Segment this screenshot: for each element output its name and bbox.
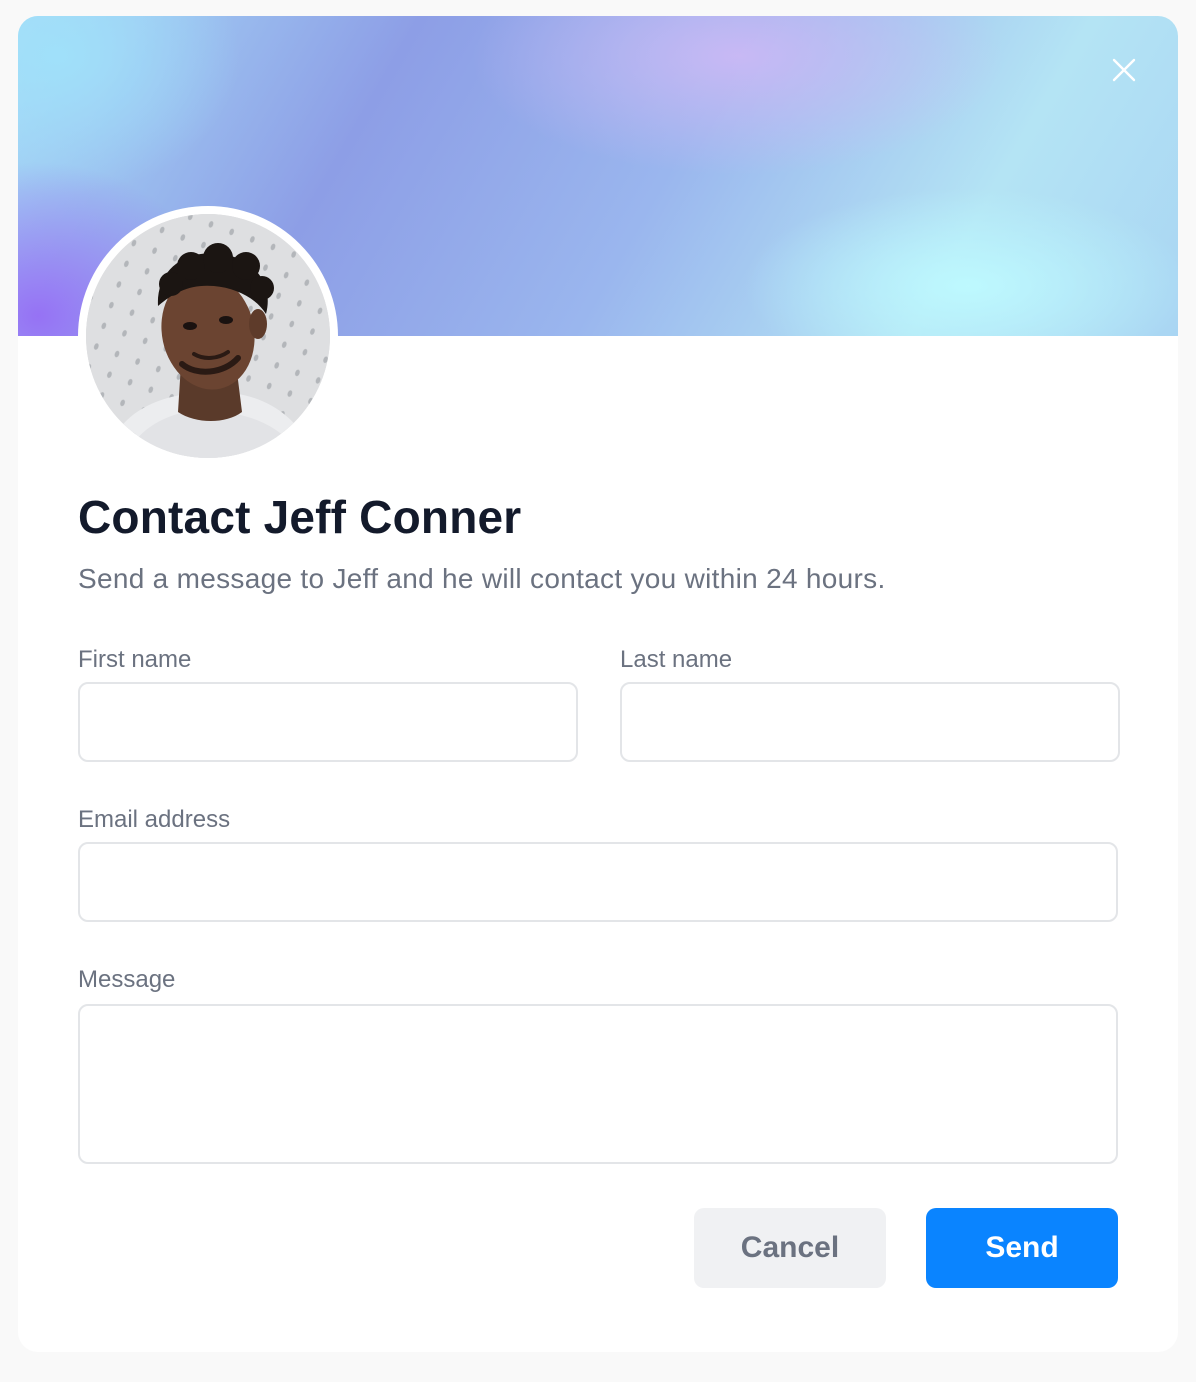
email-label: Email address — [78, 806, 231, 833]
message-field[interactable] — [78, 1004, 1118, 1164]
email-field[interactable] — [78, 842, 1118, 922]
first-name-label: First name — [78, 646, 192, 673]
close-button[interactable] — [1110, 56, 1138, 84]
last-name-field[interactable] — [620, 682, 1120, 762]
avatar-photo — [86, 214, 330, 458]
close-icon — [1112, 58, 1136, 82]
message-label: Message — [78, 966, 176, 993]
avatar-ring — [78, 206, 338, 466]
send-button[interactable]: Send — [926, 1208, 1118, 1288]
page-subtitle: Send a message to Jeff and he will conta… — [78, 563, 886, 594]
contact-modal: Contact Jeff Conner Send a message to Je… — [18, 16, 1178, 1352]
last-name-label: Last name — [620, 646, 733, 673]
avatar — [86, 214, 330, 458]
cancel-button[interactable]: Cancel — [694, 1208, 886, 1288]
page-title: Contact Jeff Conner — [78, 491, 522, 543]
first-name-field[interactable] — [78, 682, 578, 762]
